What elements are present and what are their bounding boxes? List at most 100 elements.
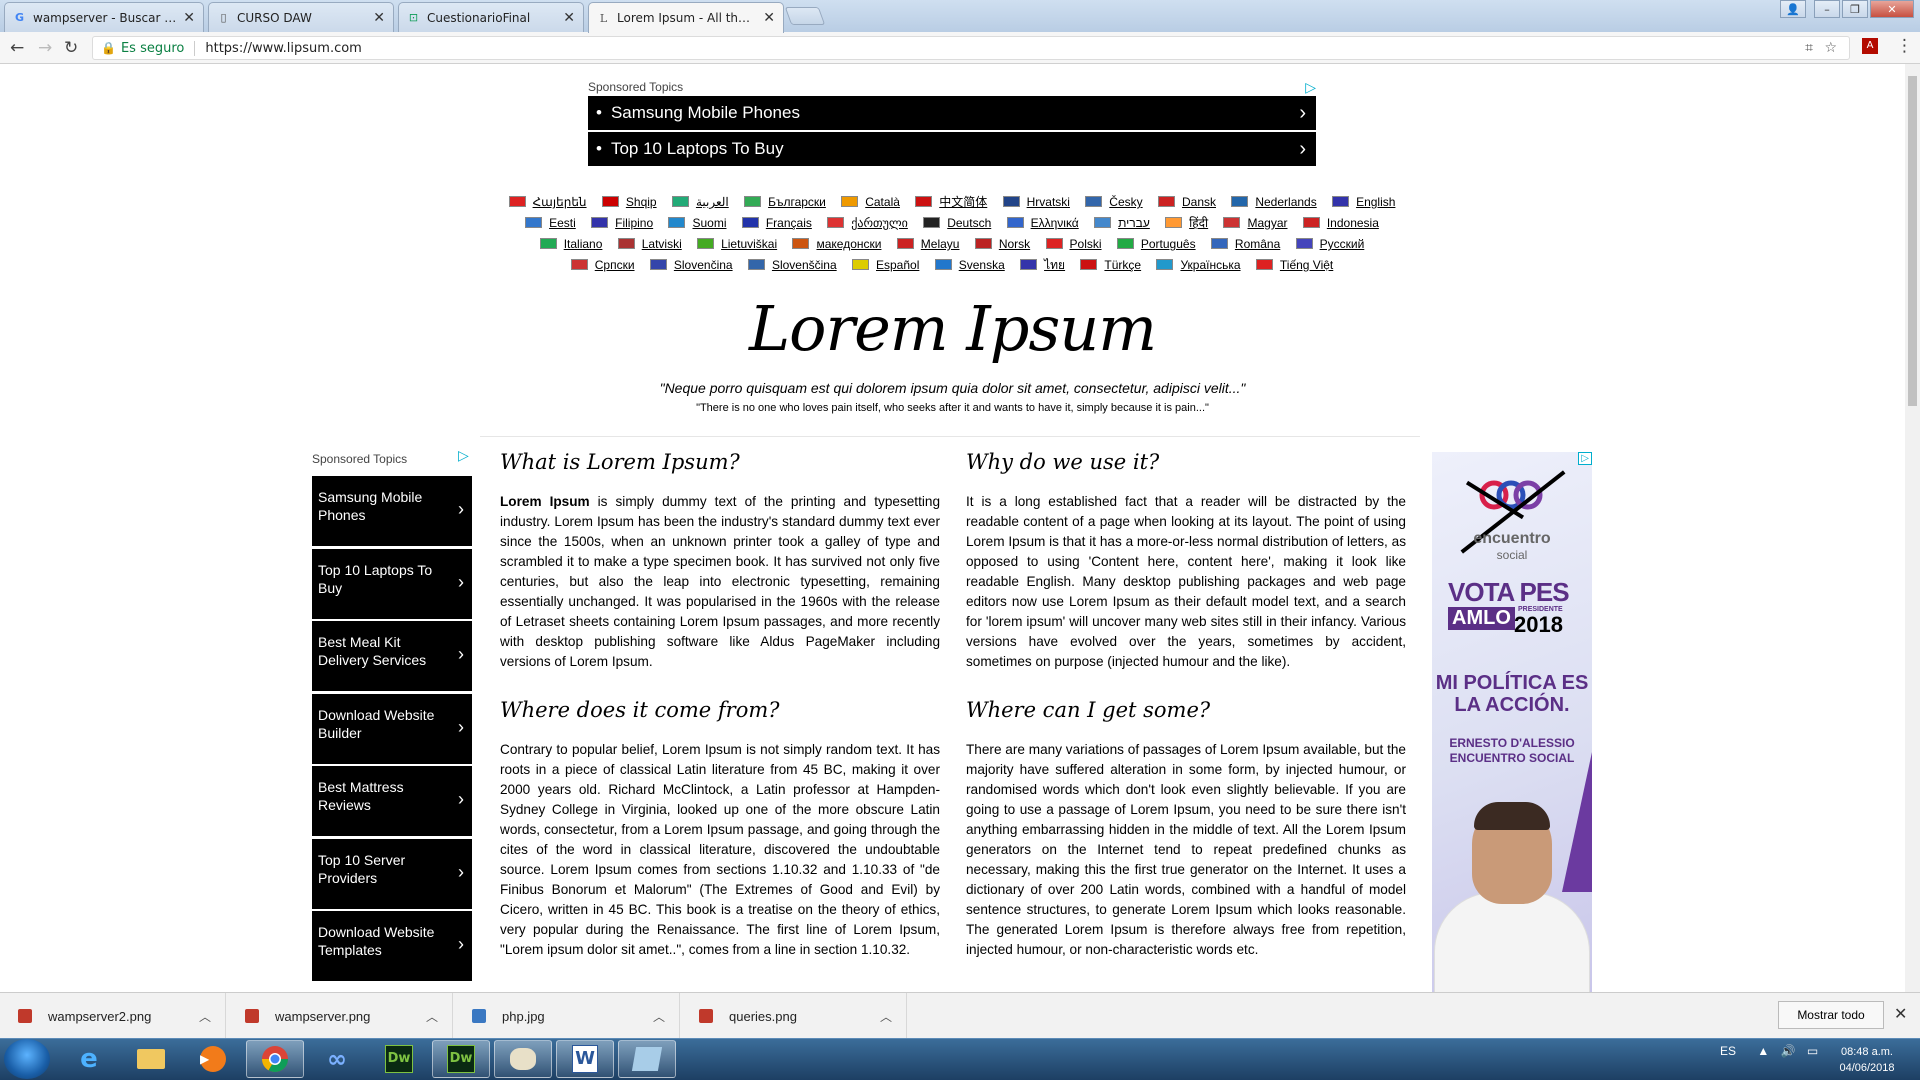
language-link[interactable]: Português bbox=[1116, 234, 1196, 255]
close-tab-icon[interactable]: ✕ bbox=[373, 10, 385, 26]
adchoices-icon[interactable]: ▷ bbox=[1578, 452, 1592, 465]
new-tab-button[interactable] bbox=[784, 7, 826, 25]
language-link[interactable]: Français bbox=[741, 213, 812, 234]
adchoices-icon[interactable]: ▷ bbox=[458, 448, 469, 464]
language-link[interactable]: Româna bbox=[1210, 234, 1280, 255]
language-link[interactable]: English bbox=[1332, 192, 1395, 213]
minimize-button[interactable]: – bbox=[1814, 0, 1840, 18]
translate-icon[interactable]: ⌗ bbox=[1805, 40, 1813, 56]
language-link[interactable]: हिंदी bbox=[1165, 213, 1208, 234]
language-link[interactable]: Indonesia bbox=[1302, 213, 1379, 234]
maximize-button[interactable]: ❐ bbox=[1842, 0, 1868, 18]
forward-icon[interactable]: → bbox=[38, 38, 52, 58]
language-link[interactable]: Hrvatski bbox=[1002, 192, 1070, 213]
start-button[interactable] bbox=[4, 1039, 50, 1079]
taskbar-clock[interactable]: 08:48 a.m. 04/06/2018 bbox=[1822, 1044, 1912, 1076]
side-sponsored-link[interactable]: Samsung Mobile Phones › bbox=[312, 476, 472, 546]
network-icon[interactable]: ▭ bbox=[1807, 1044, 1818, 1058]
close-tab-icon[interactable]: ✕ bbox=[183, 10, 195, 26]
tab-lorem-ipsum[interactable]: L Lorem Ipsum - All the fa ✕ bbox=[588, 2, 784, 33]
language-link[interactable]: Slovenščina bbox=[747, 255, 837, 276]
infinity-app-icon[interactable]: ∞ bbox=[308, 1040, 366, 1078]
language-link[interactable]: Svenska bbox=[934, 255, 1005, 276]
language-link[interactable]: Deutsch bbox=[923, 213, 991, 234]
download-item[interactable]: wampserver2.png ︿ bbox=[0, 993, 226, 1039]
language-indicator[interactable]: ES bbox=[1720, 1044, 1736, 1058]
scrollbar-thumb[interactable] bbox=[1908, 76, 1917, 406]
reload-icon[interactable]: ↻ bbox=[64, 38, 78, 58]
sponsored-topic-link[interactable]: • Samsung Mobile Phones › bbox=[588, 96, 1316, 130]
language-link[interactable]: Español bbox=[852, 255, 919, 276]
close-tab-icon[interactable]: ✕ bbox=[563, 10, 575, 26]
bookmark-star-icon[interactable]: ☆ bbox=[1824, 40, 1837, 56]
side-sponsored-link[interactable]: Download Website Builder › bbox=[312, 693, 472, 764]
chevron-up-icon[interactable]: ︿ bbox=[426, 1008, 438, 1025]
volume-icon[interactable]: 🔊 bbox=[1781, 1044, 1796, 1058]
show-all-downloads-button[interactable]: Mostrar todo bbox=[1778, 1001, 1884, 1029]
chevron-up-icon[interactable]: ︿ bbox=[653, 1008, 665, 1025]
language-link[interactable]: العربية bbox=[671, 192, 729, 213]
tab-cuestionario[interactable]: ⊡ CuestionarioFinal ✕ bbox=[398, 2, 584, 32]
tab-curso-daw[interactable]: ▯ CURSO DAW ✕ bbox=[208, 2, 394, 32]
side-sponsored-link[interactable]: Top 10 Server Providers › bbox=[312, 838, 472, 909]
tab-google-search[interactable]: G wampserver - Buscar con ✕ bbox=[4, 2, 204, 32]
media-player-icon[interactable]: ▶ bbox=[184, 1040, 242, 1078]
language-link[interactable]: Shqip bbox=[601, 192, 657, 213]
language-link[interactable]: Polski bbox=[1045, 234, 1102, 255]
language-link[interactable]: Български bbox=[744, 192, 826, 213]
side-sponsored-link[interactable]: Best Mattress Reviews › bbox=[312, 766, 472, 836]
political-ad-banner[interactable]: ▷ encuentro social VOTA PES AMLO PRESIDE… bbox=[1432, 452, 1592, 992]
close-tab-icon[interactable]: ✕ bbox=[763, 10, 775, 26]
language-link[interactable]: Català bbox=[841, 192, 900, 213]
language-link[interactable]: Nederlands bbox=[1231, 192, 1317, 213]
language-link[interactable]: Slovenčina bbox=[649, 255, 733, 276]
language-link[interactable]: Česky bbox=[1085, 192, 1143, 213]
window-app-icon[interactable] bbox=[618, 1040, 676, 1078]
side-sponsored-link[interactable]: Best Meal Kit Delivery Services › bbox=[312, 621, 472, 691]
chevron-up-icon[interactable]: ︿ bbox=[199, 1008, 211, 1025]
language-link[interactable]: ไทย bbox=[1020, 255, 1065, 276]
adchoices-icon[interactable]: ▷ bbox=[1305, 80, 1316, 96]
close-download-bar-icon[interactable]: ✕ bbox=[1894, 1004, 1907, 1023]
language-link[interactable]: Filipino bbox=[591, 213, 653, 234]
language-link[interactable]: Melayu bbox=[896, 234, 959, 255]
pdf-extension-icon[interactable]: A bbox=[1862, 38, 1878, 54]
language-link[interactable]: Italiano bbox=[539, 234, 602, 255]
language-link[interactable]: Українська bbox=[1156, 255, 1241, 276]
back-icon[interactable]: ← bbox=[10, 38, 24, 58]
language-link[interactable]: Norsk bbox=[974, 234, 1030, 255]
download-item[interactable]: queries.png ︿ bbox=[681, 993, 907, 1039]
language-link[interactable]: Magyar bbox=[1223, 213, 1288, 234]
language-link[interactable]: Tiếng Việt bbox=[1255, 255, 1333, 276]
download-item[interactable]: php.jpg ︿ bbox=[454, 993, 680, 1039]
vertical-scrollbar[interactable] bbox=[1905, 64, 1920, 992]
address-bar[interactable]: 🔒 Es seguro https://www.lipsum.com ⌗ ☆ bbox=[92, 36, 1850, 60]
download-item[interactable]: wampserver.png ︿ bbox=[227, 993, 453, 1039]
url-text[interactable]: https://www.lipsum.com bbox=[205, 41, 361, 56]
language-link[interactable]: Ελληνικά bbox=[1006, 213, 1079, 234]
internet-explorer-icon[interactable]: e bbox=[60, 1040, 118, 1078]
language-link[interactable]: Türkçe bbox=[1080, 255, 1141, 276]
chrome-icon[interactable] bbox=[246, 1040, 304, 1078]
language-link[interactable]: 中文简体 bbox=[915, 192, 987, 213]
language-link[interactable]: Dansk bbox=[1157, 192, 1216, 213]
language-link[interactable]: Српски bbox=[570, 255, 635, 276]
language-link[interactable]: македонски bbox=[792, 234, 881, 255]
dreamweaver-active-icon[interactable]: Dw bbox=[432, 1040, 490, 1078]
sponsored-topic-link[interactable]: • Top 10 Laptops To Buy › bbox=[588, 132, 1316, 166]
language-link[interactable]: Suomi bbox=[668, 213, 727, 234]
side-sponsored-link[interactable]: Top 10 Laptops To Buy › bbox=[312, 548, 472, 619]
show-hidden-icons-icon[interactable]: ▲ bbox=[1757, 1044, 1769, 1058]
file-explorer-icon[interactable] bbox=[122, 1040, 180, 1078]
language-link[interactable]: Pyccкий bbox=[1295, 234, 1364, 255]
close-window-button[interactable]: ✕ bbox=[1870, 0, 1914, 18]
language-link[interactable]: ქართული bbox=[827, 213, 908, 234]
menu-icon[interactable]: ⋮ bbox=[1896, 36, 1913, 56]
dreamweaver-icon[interactable]: Dw bbox=[370, 1040, 428, 1078]
language-link[interactable]: Latviski bbox=[617, 234, 682, 255]
chevron-up-icon[interactable]: ︿ bbox=[880, 1008, 892, 1025]
language-link[interactable]: Lietuviškai bbox=[697, 234, 777, 255]
side-sponsored-link[interactable]: Download Website Templates › bbox=[312, 911, 472, 981]
word-icon[interactable]: W bbox=[556, 1040, 614, 1078]
language-link[interactable]: Eesti bbox=[525, 213, 576, 234]
